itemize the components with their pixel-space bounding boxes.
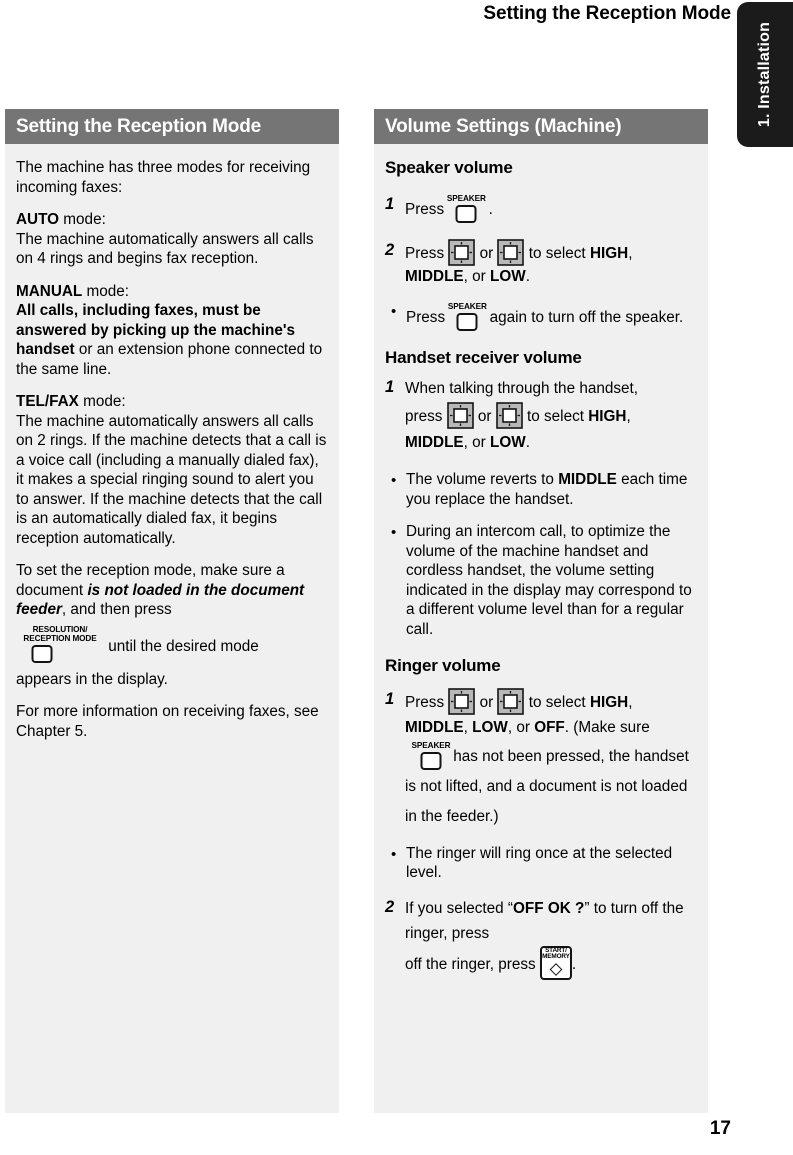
bullet-text: During an intercom call, to optimize the… <box>406 523 692 638</box>
telfax-mode-body: The machine automatically answers all ca… <box>16 412 327 547</box>
intro-paragraph: The machine has three modes for receivin… <box>16 159 311 196</box>
volume-down-arrow-key-icon[interactable] <box>495 402 523 429</box>
telfax-mode-label: TEL/FAX <box>16 393 79 410</box>
left-section-header: Setting the Reception Mode <box>5 109 339 144</box>
bullet-dot-icon: • <box>391 472 397 489</box>
bullet-text: Press SPEAKER again to turn off the spea… <box>406 301 696 333</box>
ringer-volume-heading: Ringer volume <box>385 656 501 675</box>
running-header: Setting the Reception Mode <box>483 3 731 24</box>
volume-up-arrow-key-icon[interactable] <box>446 402 474 429</box>
reception-mode-button-key[interactable] <box>31 644 53 663</box>
step-text: Press SPEAKER . <box>405 193 696 225</box>
set-mode-final-line: appears in the display. <box>16 670 168 688</box>
volume-up-arrow-key-icon[interactable] <box>448 687 476 715</box>
handset-volume-heading: Handset receiver volume <box>385 347 582 367</box>
speaker-button-icon[interactable]: SPEAKER <box>447 301 487 331</box>
chapter-tab: 1. Installation <box>737 2 793 147</box>
speaker-button-icon[interactable]: SPEAKER <box>411 740 451 770</box>
step-text: Press or <box>405 687 696 832</box>
auto-mode-label: AUTO <box>16 211 60 228</box>
speaker-button-key[interactable] <box>455 204 477 223</box>
auto-mode-suffix: mode: <box>59 211 106 228</box>
left-column-body: The machine has three modes for receivin… <box>5 144 339 764</box>
speaker-button-caption: SPEAKER <box>447 301 487 311</box>
manual-mode-suffix: mode: <box>82 282 130 300</box>
volume-down-arrow-key-icon[interactable] <box>497 687 525 715</box>
speaker-button-caption: SPEAKER <box>446 193 486 203</box>
right-column-body: Speaker volume 1 Press SPEAKER . 2 Press <box>374 144 708 1007</box>
speaker-button-key[interactable] <box>456 312 478 331</box>
bullet-dot-icon: • <box>391 302 397 320</box>
set-mode-tail: , and then press <box>61 601 172 618</box>
volume-down-arrow-key-icon[interactable] <box>497 238 525 266</box>
start-memory-button-icon[interactable]: START/MEMORY <box>539 945 572 980</box>
right-column: Volume Settings (Machine) Speaker volume… <box>374 109 708 1113</box>
set-mode-key-line: RESOLUTION/RECEPTION MODE until the desi… <box>16 625 327 663</box>
manual-mode-label: MANUAL <box>16 282 83 300</box>
speaker-step-2: 2 Press or to select HIGH, MIDDLE, or LO… <box>385 238 696 287</box>
speaker-button-key[interactable] <box>420 751 442 770</box>
speaker-step-1: 1 Press SPEAKER . <box>385 193 696 225</box>
bullet-dot-icon: • <box>391 524 397 541</box>
bullet-text: The ringer will ring once at the selecte… <box>406 844 673 882</box>
more-info-paragraph: For more information on receiving faxes,… <box>16 703 319 740</box>
step-number: 2 <box>385 240 395 259</box>
handset-bullet-2: • During an intercom call, to optimize t… <box>385 522 696 639</box>
start-memory-button-caption: START/MEMORY <box>542 946 570 961</box>
auto-mode-body: The machine automatically answers all ca… <box>16 230 314 268</box>
bullet-dot-icon: • <box>391 845 397 863</box>
bullet-text: The volume reverts to MIDDLE each time y… <box>406 471 688 508</box>
step-text: If you selected “OFF OK ?” to turn off t… <box>405 896 696 983</box>
ringer-step-1: 1 Press or to select HIGH, MIDDLE, LOW, … <box>385 687 696 832</box>
telfax-mode-suffix: mode: <box>78 393 126 410</box>
speaker-volume-heading: Speaker volume <box>385 158 513 177</box>
speaker-button-icon[interactable]: SPEAKER <box>446 193 486 223</box>
ringer-bullet-1: • The ringer will ring once at the selec… <box>385 844 696 883</box>
speaker-bullet-1: • Press SPEAKER again to turn off the sp… <box>385 301 696 333</box>
reception-mode-button-icon[interactable]: RESOLUTION/RECEPTION MODE <box>16 625 104 663</box>
reception-mode-button-caption: RESOLUTION/RECEPTION MODE <box>23 625 97 643</box>
right-section-header: Volume Settings (Machine) <box>374 109 708 144</box>
speaker-button-caption: SPEAKER <box>411 740 451 750</box>
ringer-step2-continuation: off the ringer, press <box>405 955 536 973</box>
handset-step-1: 1 When talking through the handset, pres… <box>385 376 696 456</box>
step-number: 1 <box>385 689 395 708</box>
chapter-tab-label: 1. Installation <box>756 21 773 128</box>
set-mode-after-key: until the desired mode <box>104 637 259 655</box>
step-number: 2 <box>385 897 395 916</box>
step-number: 1 <box>385 378 395 396</box>
page-number: 17 <box>709 1118 731 1139</box>
volume-up-arrow-key-icon[interactable] <box>448 238 476 266</box>
step-number: 1 <box>385 194 395 213</box>
telfax-mode-block: TEL/FAX mode: The machine automatically … <box>16 392 327 548</box>
step-text: When talking through the handset, press … <box>405 380 639 451</box>
ringer-step-2: 2 If you selected “OFF OK ?” to turn off… <box>385 896 696 983</box>
handset-bullet-1: • The volume reverts to MIDDLE each time… <box>385 470 696 509</box>
auto-mode-block: AUTO mode: The machine automatically ans… <box>16 210 327 269</box>
step-text: Press or <box>405 238 696 287</box>
set-mode-paragraph: To set the reception mode, make sure a d… <box>16 561 327 620</box>
manual-mode-block: MANUAL mode: All calls, including faxes,… <box>16 282 327 380</box>
left-column: Setting the Reception Mode The machine h… <box>5 109 339 1113</box>
